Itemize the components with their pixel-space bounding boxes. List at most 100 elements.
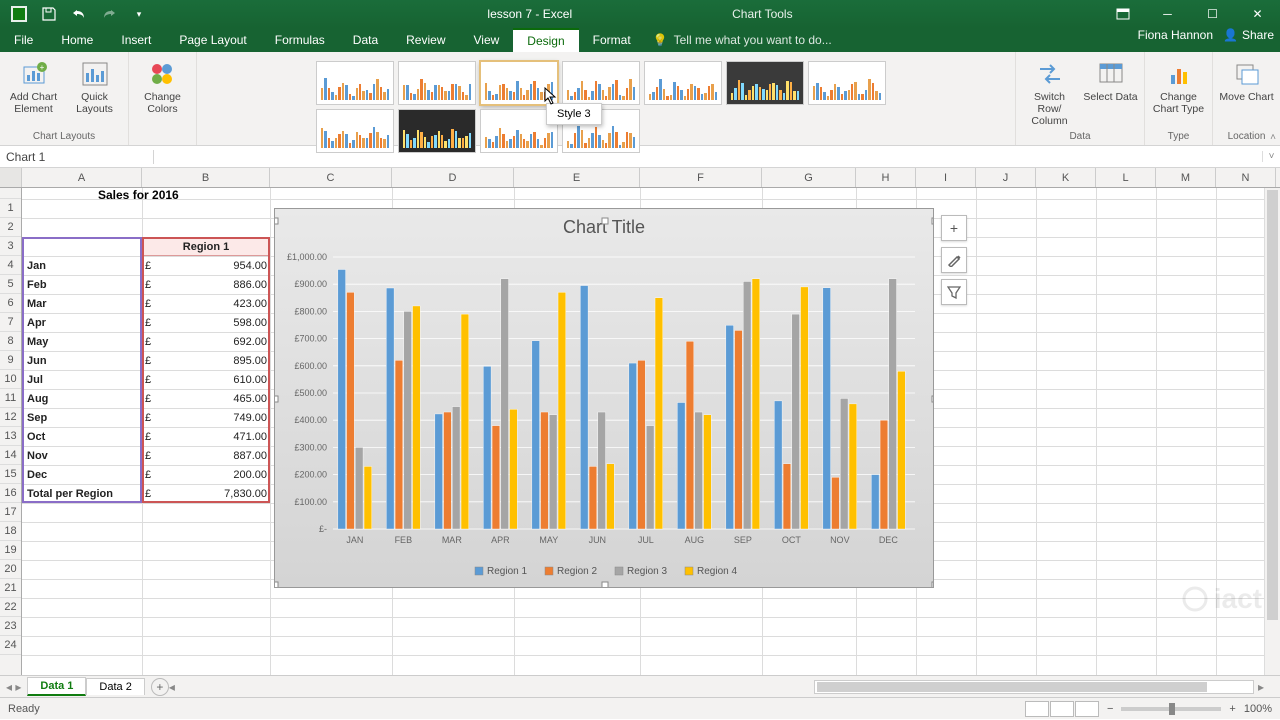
horizontal-scrollbar[interactable]: ◂ ▸ [169,680,1264,694]
chart-style-9[interactable] [398,109,476,153]
tab-file[interactable]: File [0,28,47,52]
col-header-D[interactable]: D [392,168,514,187]
row-header-22[interactable]: 22 [0,598,21,617]
row-header-5[interactable]: 5 [0,275,21,294]
row-header-24[interactable]: 24 [0,636,21,655]
cell[interactable]: Nov [22,446,142,465]
cell[interactable]: May [22,332,142,351]
undo-icon[interactable] [66,3,92,25]
user-name[interactable]: Fiona Hannon [1138,28,1213,42]
tab-design[interactable]: Design [513,28,578,52]
row-header-13[interactable]: 13 [0,427,21,446]
chart-style-4[interactable] [562,61,640,105]
row-header-4[interactable]: 4 [0,256,21,275]
cell[interactable]: Dec [22,465,142,484]
chart-style-7[interactable] [808,61,886,105]
col-header-A[interactable]: A [22,168,142,187]
row-header-6[interactable]: 6 [0,294,21,313]
col-header-E[interactable]: E [514,168,640,187]
switch-row-column-button[interactable]: Switch Row/ Column [1022,59,1077,127]
cell[interactable]: Feb [22,275,142,294]
add-sheet-button[interactable]: + [151,678,169,696]
row-header-2[interactable]: 2 [0,218,21,237]
cells-area[interactable]: Sales for 2016 Chart Title £1,000.00£900… [22,188,1280,675]
tab-formulas[interactable]: Formulas [261,28,339,52]
chart-style-2[interactable] [398,61,476,105]
sheet-tab-data2[interactable]: Data 2 [86,678,144,695]
cell[interactable]: Oct [22,427,142,446]
minimize-button[interactable]: ─ [1145,0,1190,28]
col-header-F[interactable]: F [640,168,762,187]
cell[interactable]: 692.00 [142,332,270,351]
row-header-3[interactable]: 3 [0,237,21,256]
row-header-23[interactable]: 23 [0,617,21,636]
row-header-15[interactable]: 15 [0,465,21,484]
col-header-L[interactable]: L [1096,168,1156,187]
quick-layout-button[interactable]: Quick Layouts [67,59,122,115]
cell[interactable]: Region 1 [142,237,270,256]
zoom-out-button[interactable]: − [1107,703,1113,715]
tab-page-layout[interactable]: Page Layout [165,28,260,52]
change-colors-button[interactable]: Change Colors [135,59,190,115]
cell[interactable]: 887.00 [142,446,270,465]
cell[interactable]: 200.00 [142,465,270,484]
col-header-J[interactable]: J [976,168,1036,187]
col-header-K[interactable]: K [1036,168,1096,187]
row-header-20[interactable]: 20 [0,560,21,579]
redo-icon[interactable] [96,3,122,25]
row-header-12[interactable]: 12 [0,408,21,427]
col-header-C[interactable]: C [270,168,392,187]
chart-plot-area[interactable]: £1,000.00£900.00£800.00£700.00£600.00£50… [275,209,933,587]
cell[interactable]: 610.00 [142,370,270,389]
cell[interactable]: Jul [22,370,142,389]
cell[interactable]: Sep [22,408,142,427]
col-header-M[interactable]: M [1156,168,1216,187]
cell[interactable]: Apr [22,313,142,332]
save-icon[interactable] [36,3,62,25]
chart-elements-button[interactable]: + [941,215,967,241]
view-buttons[interactable] [1025,701,1099,717]
row-header-18[interactable]: 18 [0,522,21,541]
tab-insert[interactable]: Insert [107,28,165,52]
zoom-level[interactable]: 100% [1244,703,1272,715]
vertical-scrollbar[interactable] [1264,188,1280,675]
col-header-G[interactable]: G [762,168,856,187]
share-button[interactable]: 👤 Share [1223,28,1274,42]
cell[interactable]: 886.00 [142,275,270,294]
cell[interactable]: 7,830.00 [142,484,270,503]
name-box[interactable]: Chart 1 [0,150,154,164]
ribbon-display-icon[interactable] [1100,0,1145,28]
cell[interactable]: 954.00 [142,256,270,275]
zoom-in-button[interactable]: + [1229,703,1235,715]
chart-style-1[interactable] [316,61,394,105]
chart-style-6[interactable] [726,61,804,105]
normal-view-button[interactable] [1025,701,1049,717]
row-header-0[interactable] [0,188,21,199]
sheet-tab-data1[interactable]: Data 1 [27,677,86,696]
col-header-I[interactable]: I [916,168,976,187]
cell[interactable]: 749.00 [142,408,270,427]
tell-me-search[interactable]: 💡 Tell me what you want to do... [653,28,832,52]
collapse-ribbon-icon[interactable]: ˄ [1270,132,1276,143]
page-layout-view-button[interactable] [1050,701,1074,717]
tab-home[interactable]: Home [47,28,107,52]
select-data-button[interactable]: Select Data [1083,59,1138,103]
close-button[interactable]: ✕ [1235,0,1280,28]
cell[interactable]: 895.00 [142,351,270,370]
row-header-11[interactable]: 11 [0,389,21,408]
qat-more-icon[interactable]: ▾ [126,3,152,25]
move-chart-button[interactable]: Move Chart [1219,59,1274,103]
tab-view[interactable]: View [460,28,514,52]
maximize-button[interactable]: ☐ [1190,0,1235,28]
cell[interactable]: 471.00 [142,427,270,446]
sheet-nav[interactable]: ◂ ▸ [0,680,27,694]
add-chart-element-button[interactable]: + Add Chart Element [6,59,61,115]
row-header-14[interactable]: 14 [0,446,21,465]
row-header-7[interactable]: 7 [0,313,21,332]
chart-styles-button[interactable] [941,247,967,273]
cell[interactable]: 423.00 [142,294,270,313]
col-header-H[interactable]: H [856,168,916,187]
row-header-9[interactable]: 9 [0,351,21,370]
tab-data[interactable]: Data [339,28,392,52]
cell[interactable]: Jan [22,256,142,275]
